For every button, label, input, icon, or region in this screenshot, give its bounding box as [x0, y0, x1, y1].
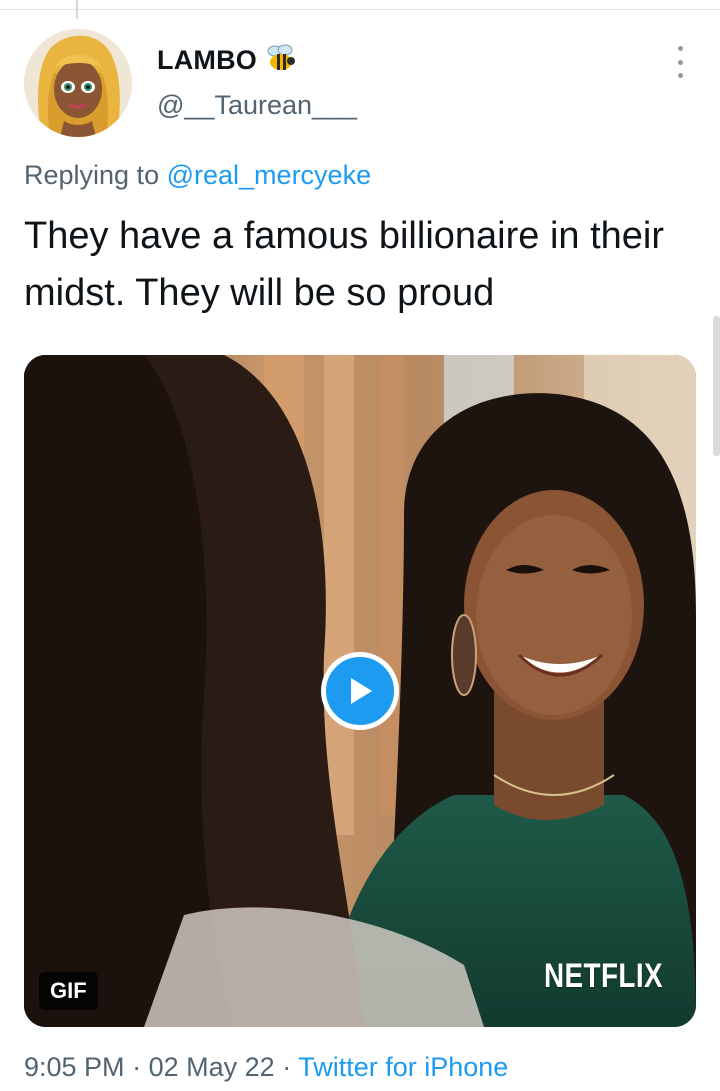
author-name-row[interactable]: LAMBO	[157, 43, 297, 78]
scrollbar[interactable]	[713, 316, 720, 456]
gif-badge: GIF	[39, 972, 98, 1010]
tweet-date: 02 May 22	[148, 1052, 275, 1082]
play-button[interactable]	[321, 652, 399, 730]
play-icon	[351, 678, 372, 704]
tweet-meta: 9:05 PM · 02 May 22 · Twitter for iPhone	[24, 1052, 508, 1083]
tweet-source-link[interactable]: Twitter for iPhone	[298, 1052, 508, 1082]
replying-to-line: Replying to @real_mercyeke	[24, 160, 371, 191]
author-handle[interactable]: @__Taurean___	[157, 90, 357, 121]
gif-media[interactable]: GIF NETFLIX	[24, 355, 696, 1027]
bee-emoji-icon	[265, 43, 297, 78]
replying-to-label: Replying to	[24, 160, 160, 190]
avatar[interactable]	[24, 29, 132, 137]
meta-separator: ·	[132, 1052, 142, 1082]
reply-mention-link[interactable]: @real_mercyeke	[167, 160, 371, 190]
netflix-watermark: NETFLIX	[544, 957, 664, 995]
more-options-button[interactable]	[670, 46, 690, 78]
tweet-text: They have a famous billionaire in their …	[24, 215, 665, 314]
more-dot-icon	[677, 59, 683, 65]
avatar-image	[24, 29, 132, 137]
more-dot-icon	[677, 46, 683, 51]
tweet-time: 9:05 PM	[24, 1052, 125, 1082]
author-display-name[interactable]: LAMBO	[157, 45, 257, 76]
meta-separator: ·	[282, 1052, 292, 1082]
top-divider	[0, 9, 720, 10]
more-dot-icon	[677, 73, 683, 78]
thread-connector-line	[76, 0, 78, 19]
